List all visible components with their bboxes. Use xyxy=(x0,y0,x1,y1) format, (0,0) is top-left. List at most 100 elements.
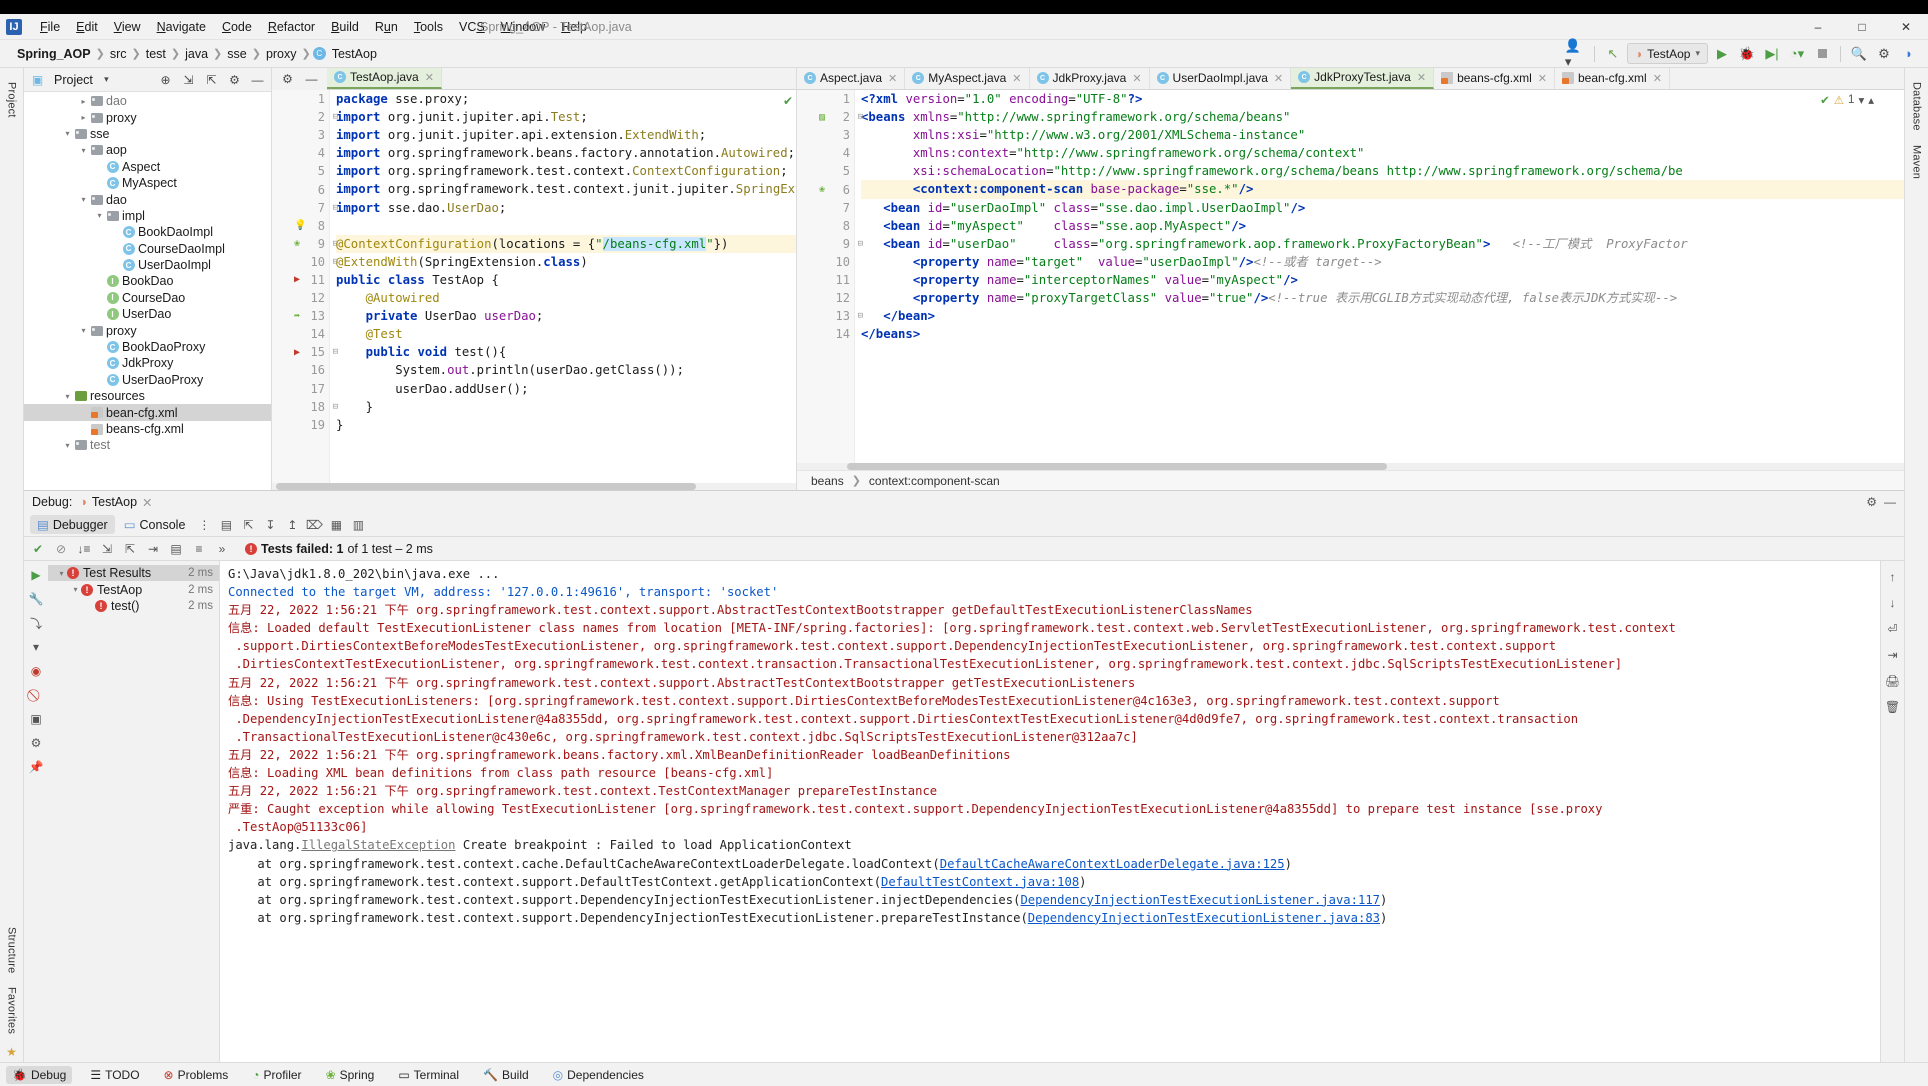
code-line-4[interactable]: import org.springframework.beans.factory… xyxy=(336,144,796,162)
profile-icon[interactable]: ◔▾ xyxy=(1786,43,1808,65)
more-icon[interactable]: ≡ xyxy=(189,539,209,559)
menu-file[interactable]: File xyxy=(32,17,68,37)
settings-icon[interactable]: ⚙ xyxy=(26,733,46,753)
tree-item-bookdaoproxy[interactable]: C BookDaoProxy xyxy=(24,339,271,355)
tree-item-myaspect[interactable]: C MyAspect xyxy=(24,175,271,191)
sort-alpha-icon[interactable]: ↓≡ xyxy=(74,539,94,559)
breadcrumb-sse[interactable]: sse xyxy=(224,47,249,61)
code-line-10[interactable]: @ExtendWith(SpringExtension.class) xyxy=(336,253,796,271)
layout-settings-icon[interactable]: ▤ xyxy=(216,515,236,535)
test-tree-item-testaop[interactable]: ▾! TestAop 2 ms xyxy=(48,581,219,597)
breadcrumb-project[interactable]: Spring_AOP xyxy=(14,47,94,61)
gutter-line-9[interactable]: 9 ⊟ xyxy=(797,235,863,253)
menu-navigate[interactable]: Navigate xyxy=(149,17,214,37)
gutter-line-6[interactable]: 6 xyxy=(272,180,329,198)
test-tree-item-test-results[interactable]: ▾! Test Results 2 ms xyxy=(48,565,219,582)
close-button[interactable]: ✕ xyxy=(1884,14,1928,40)
gutter-line-6[interactable]: ❀ 6 xyxy=(797,180,854,198)
tree-arrow-icon[interactable]: ▸ xyxy=(78,113,89,122)
breadcrumb-test[interactable]: test xyxy=(143,47,169,61)
soft-wrap-icon[interactable]: ⏎ xyxy=(1883,619,1903,639)
tree-arrow-icon[interactable]: ▾ xyxy=(62,392,73,401)
tree-arrow-icon[interactable]: ▾ xyxy=(62,129,73,138)
tree-item-userdao[interactable]: I UserDao xyxy=(24,306,271,322)
status-button-dependencies[interactable]: ◎ Dependencies xyxy=(547,1066,650,1084)
gutter-line-5[interactable]: 5 xyxy=(272,162,329,180)
status-button-problems[interactable]: ⊗ Problems xyxy=(158,1066,235,1084)
fold-icon[interactable]: ⊟ xyxy=(858,311,863,321)
spring-bean-icon[interactable]: ❀ xyxy=(819,184,825,195)
gutter-line-1[interactable]: 1 xyxy=(797,90,854,108)
gutter-line-15[interactable]: ▶ 15 ⊟ xyxy=(272,343,338,361)
tab-testaop-java[interactable]: C TestAop.java ✕ xyxy=(327,68,442,89)
tree-item-userdaoimpl[interactable]: C UserDaoImpl xyxy=(24,257,271,273)
scroll-up-icon[interactable]: ↑ xyxy=(1883,567,1903,587)
sidebar-item-structure[interactable]: Structure xyxy=(6,921,18,979)
gutter-right[interactable]: 1 ▨ 2 ⊟ 3 4 5 ❀ 6 7 8 9 ⊟ 10 11 12 13 ⊟ 14 xyxy=(797,90,863,463)
breadcrumb-beans[interactable]: beans xyxy=(811,474,844,488)
inspection-widget[interactable]: ✔ ⚠ 1 ▾ ▴ xyxy=(1820,93,1874,107)
resume-icon[interactable]: ▶ xyxy=(26,565,46,585)
chevron-down-icon[interactable]: ▾ xyxy=(1858,93,1864,107)
gear-icon[interactable]: ⚙ xyxy=(278,70,297,89)
chevron-right-icon[interactable]: » xyxy=(212,539,232,559)
code-line-9[interactable]: <bean id="userDao" class="org.springfram… xyxy=(861,235,1904,253)
gutter-line-13[interactable]: 13 ⊟ xyxy=(797,307,863,325)
trash-icon[interactable]: 🗑 xyxy=(1883,697,1903,717)
code-line-13[interactable]: private UserDao userDao; xyxy=(336,307,796,325)
code-line-3[interactable]: import org.junit.jupiter.api.extension.E… xyxy=(336,126,796,144)
breadcrumb-component-scan[interactable]: context:component-scan xyxy=(869,474,1000,488)
code-line-11[interactable]: <property name="interceptorNames" value=… xyxy=(861,271,1904,289)
tree-arrow-icon[interactable]: ▾ xyxy=(62,441,73,450)
run-test-icon[interactable]: ▶ xyxy=(294,347,300,358)
menu-code[interactable]: Code xyxy=(214,17,260,37)
tab-jdkproxytest-java[interactable]: C JdkProxyTest.java ✕ xyxy=(1291,68,1435,89)
print-icon[interactable]: 🖨 xyxy=(1883,671,1903,691)
sidebar-item-maven[interactable]: Maven xyxy=(1911,139,1923,185)
gutter-line-10[interactable]: 10 xyxy=(797,253,854,271)
status-button-todo[interactable]: ☰ TODO xyxy=(84,1066,145,1084)
spring-bean-icon[interactable]: ❀ xyxy=(294,238,300,249)
gutter-line-11[interactable]: 11 xyxy=(797,271,854,289)
debug-icon[interactable]: 🐞 xyxy=(1736,43,1758,65)
tree-arrow-icon[interactable]: ▾ xyxy=(78,326,89,335)
breadcrumb-file[interactable]: TestAop xyxy=(329,47,380,61)
hide-icon[interactable]: — xyxy=(1884,495,1896,509)
tree-item-beans-cfg-xml[interactable]: beans-cfg.xml xyxy=(24,421,271,437)
code-line-2[interactable]: import org.junit.jupiter.api.Test; xyxy=(336,108,796,126)
sort-icon[interactable]: ▦ xyxy=(326,515,346,535)
tree-item-aop[interactable]: ▾ aop xyxy=(24,142,271,158)
back-arrow-icon[interactable]: ↖ xyxy=(1602,43,1624,65)
horizontal-scrollbar-left[interactable] xyxy=(272,483,796,490)
code-line-7[interactable]: import sse.dao.UserDao; xyxy=(336,199,796,217)
fold-icon[interactable]: ⊟ xyxy=(333,203,338,213)
close-icon[interactable]: ✕ xyxy=(888,72,897,85)
tree-item-bean-cfg-xml[interactable]: bean-cfg.xml xyxy=(24,404,271,421)
settings-icon[interactable]: ⚙ xyxy=(1873,43,1895,65)
console-output[interactable]: G:\Java\jdk1.8.0_202\bin\java.exe ... Con… xyxy=(220,561,1880,1062)
close-icon[interactable]: ✕ xyxy=(1132,72,1141,85)
gear-icon[interactable]: ⚙ xyxy=(225,70,244,89)
tree-item-proxy[interactable]: ▾ proxy xyxy=(24,322,271,338)
gutter-line-7[interactable]: 7 ⊟ xyxy=(272,199,338,217)
history-icon[interactable]: ▤ xyxy=(166,539,186,559)
locate-icon[interactable]: ⊕ xyxy=(156,70,175,89)
code-left[interactable]: package sse.proxy; import org.junit.jupit… xyxy=(330,90,796,483)
step-over-icon[interactable]: ⤵ xyxy=(26,613,46,633)
gutter-line-3[interactable]: 3 xyxy=(797,126,854,144)
tree-item-aspect[interactable]: C Aspect xyxy=(24,159,271,175)
code-line-1[interactable]: package sse.proxy; xyxy=(336,90,796,108)
intention-bulb-icon[interactable]: 💡 xyxy=(294,220,306,231)
code-line-14[interactable]: </beans> xyxy=(861,325,1904,343)
mute-breakpoints-icon[interactable]: ◉ xyxy=(26,661,46,681)
collapse-all-icon[interactable]: ⇱ xyxy=(202,70,221,89)
code-line-8[interactable] xyxy=(336,217,796,235)
tab-bean-cfg-xml[interactable]: bean-cfg.xml ✕ xyxy=(1555,68,1670,89)
code-line-13[interactable]: </bean> xyxy=(861,307,1904,325)
gutter-line-4[interactable]: 4 xyxy=(272,144,329,162)
search-icon[interactable]: 🔍 xyxy=(1848,43,1870,65)
breadcrumb-proxy[interactable]: proxy xyxy=(263,47,300,61)
code-line-11[interactable]: public class TestAop { xyxy=(336,271,796,289)
tree-item-dao[interactable]: ▾ dao xyxy=(24,191,271,207)
maximize-button[interactable]: □ xyxy=(1840,14,1884,40)
